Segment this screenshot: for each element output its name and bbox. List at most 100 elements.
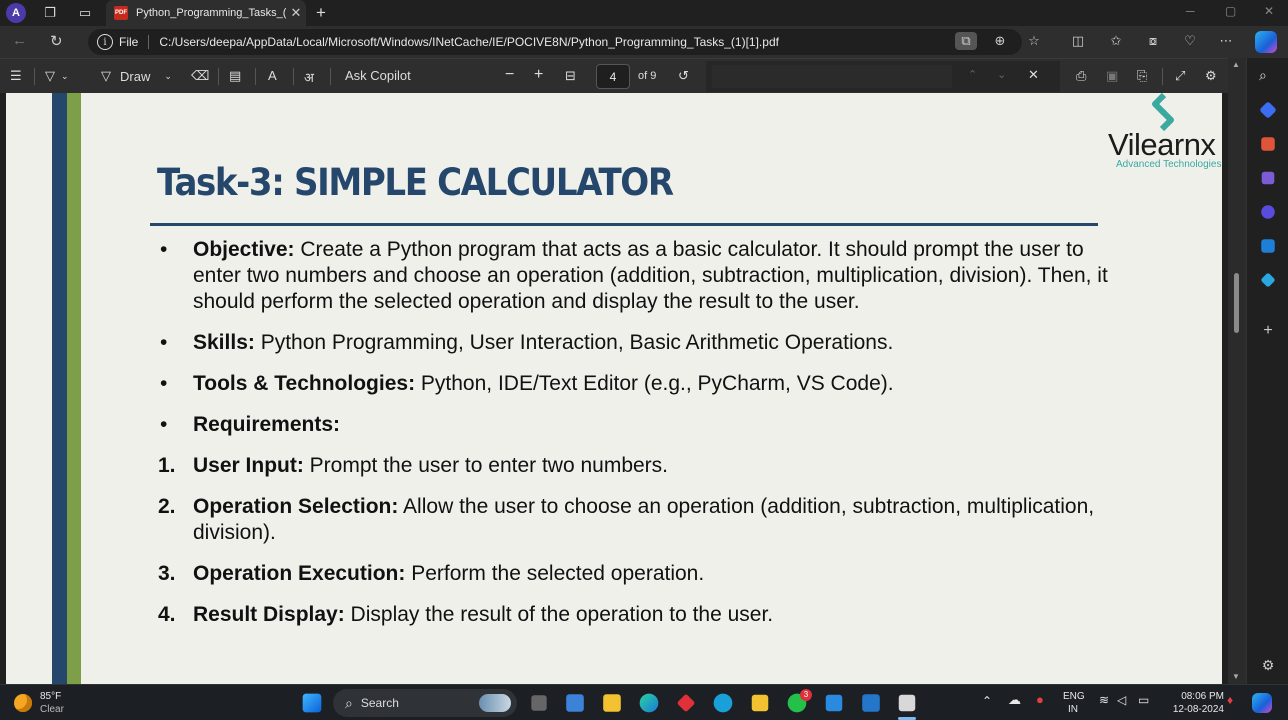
fit-page-icon[interactable]: ⊟: [565, 68, 576, 84]
file-explorer-icon[interactable]: [603, 694, 621, 712]
split-screen-icon[interactable]: ◫: [1068, 32, 1088, 50]
vscode-icon[interactable]: [862, 694, 880, 712]
favorites-icon[interactable]: ✩: [1106, 32, 1126, 50]
wifi-icon[interactable]: ≋: [1099, 694, 1109, 706]
microphone-icon[interactable]: ●: [1036, 693, 1044, 706]
scroll-down-icon[interactable]: ▼: [1232, 672, 1240, 681]
sidebar-add-icon[interactable]: +: [1259, 322, 1277, 340]
workspaces-icon[interactable]: ❐: [40, 3, 60, 23]
tab-actions-icon[interactable]: ▭: [75, 3, 95, 23]
draw-label: Draw: [120, 68, 151, 84]
task-view-icon[interactable]: [531, 695, 547, 711]
language-code[interactable]: ENG: [1063, 691, 1085, 703]
find-next-icon[interactable]: ⌄: [997, 68, 1006, 81]
zoom-out-icon[interactable]: −: [505, 66, 514, 84]
read-aloud-icon[interactable]: A: [268, 68, 277, 83]
translate-icon[interactable]: अ: [304, 68, 314, 86]
copilot-icon[interactable]: [1255, 31, 1277, 53]
zoom-in-icon[interactable]: +: [534, 66, 543, 84]
battery-icon[interactable]: ▭: [1138, 694, 1149, 706]
onedrive-icon[interactable]: ☁: [1008, 693, 1021, 706]
store-icon[interactable]: [566, 694, 584, 712]
close-window-icon[interactable]: ✕: [1264, 4, 1274, 18]
sidebar-tools-icon[interactable]: [1261, 137, 1275, 151]
language-region[interactable]: IN: [1068, 704, 1078, 716]
save-icon[interactable]: ▣: [1106, 68, 1118, 84]
close-find-icon[interactable]: ✕: [1028, 67, 1039, 83]
logo-name: Vilearnx: [1108, 127, 1216, 162]
bullet-marker: •: [160, 331, 168, 354]
pdf-viewer[interactable]: Vilearnx Advanced Technologies Task-3: S…: [0, 93, 1246, 684]
weather-desc[interactable]: Clear: [40, 704, 64, 716]
copilot-taskbar-icon[interactable]: [1252, 693, 1272, 713]
zoom-icon[interactable]: ⊕: [990, 32, 1010, 50]
full-screen-icon[interactable]: ⤢: [1175, 68, 1185, 84]
weather-moon-icon[interactable]: [14, 694, 32, 712]
vertical-scrollbar[interactable]: ▲ ▼: [1228, 58, 1246, 684]
read-aloud-translate-icon[interactable]: ⧉: [955, 32, 977, 50]
scroll-up-icon[interactable]: ▲: [1232, 60, 1240, 69]
mail-icon[interactable]: [825, 694, 843, 712]
draw-button[interactable]: ▽ Draw ⌄: [101, 68, 172, 84]
find-input[interactable]: [712, 65, 952, 88]
sidebar-search-icon[interactable]: ⌕: [1259, 67, 1277, 85]
requirement-label: Result Display:: [193, 603, 345, 626]
highlight-icon[interactable]: ▽ ⌄: [45, 68, 69, 84]
bullet-text: Python, IDE/Text Editor (e.g., PyCharm, …: [415, 372, 894, 395]
more-menu-icon[interactable]: ⋯: [1216, 32, 1236, 50]
print-icon[interactable]: ⎙: [1076, 68, 1086, 84]
clock-time[interactable]: 08:06 PM: [1170, 691, 1224, 703]
start-icon[interactable]: [302, 693, 322, 713]
collections-icon[interactable]: ⧇: [1143, 32, 1163, 50]
taskbar-search[interactable]: ⌕ Search: [333, 689, 517, 717]
sidebar-settings-icon[interactable]: ⚙: [1259, 656, 1277, 674]
find-previous-icon[interactable]: ⌃: [968, 68, 977, 81]
bullet-marker: •: [160, 372, 168, 395]
address-bar[interactable]: i File C:/Users/deepa/AppData/Local/Micr…: [88, 29, 1022, 55]
refresh-icon[interactable]: ↻: [50, 32, 63, 50]
page-view-icon[interactable]: ▤: [229, 68, 241, 84]
sidebar-telegram-icon[interactable]: [1260, 272, 1276, 288]
anydesk-icon[interactable]: [676, 693, 696, 713]
weather-temp[interactable]: 85°F: [40, 691, 61, 703]
pdf-app-icon[interactable]: [898, 694, 916, 712]
close-tab-icon[interactable]: ✕: [286, 5, 306, 21]
chevron-down-icon[interactable]: ⌄: [164, 71, 172, 82]
back-icon[interactable]: ←: [12, 32, 27, 49]
contents-icon[interactable]: ☰: [10, 68, 22, 84]
bullet-label: Skills:: [193, 331, 255, 354]
edge-icon[interactable]: [639, 693, 659, 713]
notification-icon[interactable]: ♦: [1227, 694, 1233, 706]
sidebar-games-icon[interactable]: [1261, 171, 1275, 185]
power-bi-icon[interactable]: [751, 694, 769, 712]
page-number-input[interactable]: 4: [596, 64, 630, 89]
tab-active[interactable]: PDF Python_Programming_Tasks_(1)[ ✕: [106, 0, 306, 26]
vilearnx-logo: Vilearnx Advanced Technologies: [1106, 93, 1222, 175]
new-tab-icon[interactable]: +: [311, 3, 331, 23]
sidebar-shopping-icon[interactable]: [1259, 101, 1277, 119]
info-icon[interactable]: i: [97, 34, 113, 50]
page-stripe-blue: [52, 93, 67, 684]
volume-icon[interactable]: ◁: [1117, 694, 1126, 706]
eraser-icon[interactable]: ⌫: [191, 68, 209, 84]
sidebar-outlook-icon[interactable]: [1261, 239, 1275, 253]
favorite-star-icon[interactable]: ☆: [1024, 32, 1044, 50]
scrollbar-thumb[interactable]: [1234, 273, 1239, 333]
maximize-icon[interactable]: ▢: [1225, 4, 1236, 18]
browser-essentials-icon[interactable]: ♡: [1180, 32, 1200, 50]
address-url[interactable]: C:/Users/deepa/AppData/Local/Microsoft/W…: [159, 35, 779, 49]
draw-icon: ▽: [101, 68, 111, 83]
requirement-text: Prompt the user to enter two numbers.: [303, 454, 669, 477]
clock-date[interactable]: 12-08-2024: [1164, 704, 1224, 716]
sidebar-copilot-icon[interactable]: [1261, 205, 1275, 219]
chrome-like-icon[interactable]: [713, 693, 733, 713]
toolbar-divider: [1162, 68, 1163, 85]
profile-avatar-icon[interactable]: A: [6, 3, 26, 23]
bullet-text: Create a Python program that acts as a b…: [193, 238, 1108, 313]
pdf-settings-icon[interactable]: ⚙: [1205, 68, 1217, 84]
rotate-icon[interactable]: ↺: [678, 68, 689, 84]
save-as-icon[interactable]: ⎘: [1137, 68, 1147, 84]
minimize-icon[interactable]: ─: [1186, 4, 1195, 18]
ask-copilot-button[interactable]: Ask Copilot: [345, 68, 411, 83]
tray-overflow-icon[interactable]: ⌃: [982, 695, 992, 707]
